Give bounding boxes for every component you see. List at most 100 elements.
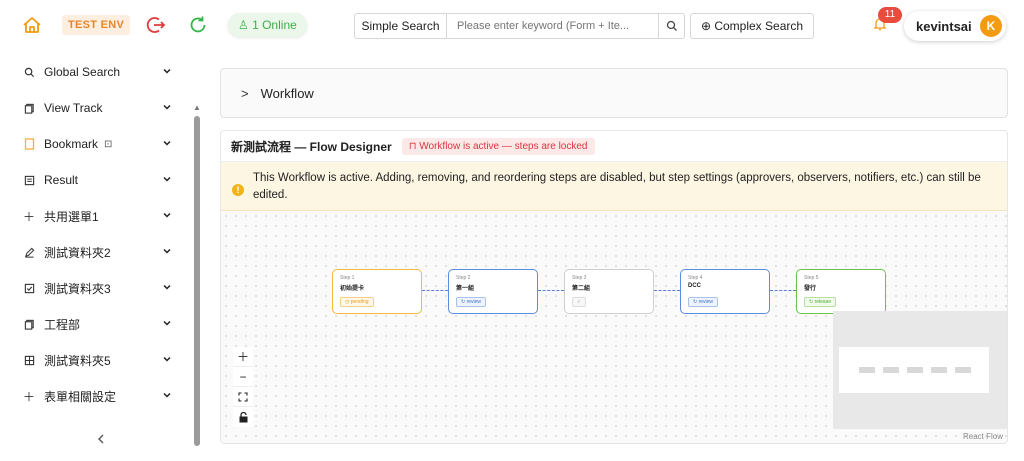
node-status-tag: ↻ review [456, 297, 487, 307]
node-status-tag: ✓ [572, 297, 587, 307]
scroll-up-icon[interactable]: ▲ [193, 104, 201, 112]
locked-badge: ⊓ Workflow is active — steps are locked [401, 137, 595, 155]
flow-node-step-5[interactable]: Step 5 發行 ↻ release [796, 269, 886, 314]
minimap[interactable] [833, 311, 1007, 429]
node-step-label: Step 4 [688, 275, 703, 281]
sidebar-item-label: Global Search [44, 65, 121, 79]
check-icon: ✓ [577, 299, 582, 305]
zoom-in-button[interactable]: ＋ [233, 347, 253, 367]
search-group: Simple Search [354, 13, 685, 39]
env-badge: TEST ENV [62, 15, 131, 35]
sidebar-item-view-track[interactable]: View Track [22, 98, 182, 118]
minimap-node [907, 367, 923, 373]
sidebar-item-result[interactable]: Result [22, 170, 182, 190]
sidebar-item-bookmark[interactable]: Bookmark ⊡ [22, 134, 182, 154]
complex-search-button[interactable]: ⊕ Complex Search [690, 13, 814, 39]
chevron-down-icon [163, 104, 171, 110]
node-status-text: pending [350, 299, 369, 305]
workflow-panel-label: Workflow [260, 85, 314, 101]
sidebar-item-label: 工程部 [44, 317, 81, 332]
node-status-text: review [466, 299, 482, 305]
workflow-collapse-panel[interactable]: > Workflow [220, 68, 1008, 118]
sidebar-item-label: 測試資料夾3 [44, 281, 111, 296]
lock-icon [239, 411, 247, 422]
sidebar-item-label: 測試資料夾5 [44, 353, 111, 368]
flow-node-step-4[interactable]: Step 4 DCC ↻ review [680, 269, 770, 314]
user-menu[interactable]: kevintsai K [904, 11, 1006, 41]
sidebar-item-label: Result [44, 173, 79, 187]
sidebar-item-global-search[interactable]: Global Search [22, 62, 182, 82]
chevron-right-icon: > [241, 85, 249, 101]
username: kevintsai [916, 18, 972, 34]
plus-icon: ＋ [22, 209, 35, 224]
minus-icon: − [239, 369, 247, 384]
chevron-down-icon [163, 356, 171, 362]
zoom-out-button[interactable]: − [233, 367, 253, 387]
flow-node-step-1[interactable]: Step 1 初始提卡 ◷ pending [332, 269, 422, 314]
users-icon: ♙ [238, 18, 253, 32]
chevron-down-icon [163, 320, 171, 326]
list-icon [22, 173, 36, 187]
node-name: 初始提卡 [340, 286, 365, 292]
flow-node-step-2[interactable]: Step 2 第一組 ↻ review [448, 269, 538, 314]
chevron-down-icon [163, 284, 171, 290]
refresh-icon[interactable] [187, 14, 209, 36]
node-step-label: Step 2 [456, 275, 471, 281]
avatar: K [980, 15, 1002, 37]
node-status-tag: ↻ release [804, 297, 836, 307]
node-name: DCC [688, 283, 701, 289]
minimap-node [955, 367, 971, 373]
minimap-node [931, 367, 947, 373]
node-status-text: review [698, 299, 714, 305]
edit-icon [22, 245, 36, 259]
chevron-down-icon [163, 140, 171, 146]
chevron-down-icon [163, 248, 171, 254]
flow-edge [654, 290, 680, 291]
sidebar-item-test-folder-3[interactable]: 測試資料夾3 [22, 278, 182, 298]
sidebar-item-form-settings[interactable]: ＋ 表單相關設定 [22, 386, 182, 406]
flow-node-step-3[interactable]: Step 3 第二組 ✓ [564, 269, 654, 314]
online-status[interactable]: ♙ 1 Online [228, 13, 307, 37]
sidebar-item-engineering[interactable]: 工程部 [22, 314, 182, 334]
search-input[interactable] [447, 14, 658, 38]
designer-header: 新測試流程 — Flow Designer ⊓ Workflow is acti… [221, 131, 1007, 162]
fit-view-icon [238, 391, 248, 402]
active-workflow-alert: ! This Workflow is active. Adding, remov… [221, 162, 1007, 211]
chevron-left-icon[interactable] [94, 432, 108, 446]
zoom-icon: ⊕ [700, 19, 715, 33]
minimap-node [859, 367, 875, 373]
folder-icon: ⊡ [104, 138, 113, 150]
logout-icon[interactable] [145, 14, 167, 36]
chevron-down-icon [163, 176, 171, 182]
sidebar-item-label: 測試資料夾2 [44, 245, 111, 260]
node-name: 第一組 [456, 286, 475, 292]
flow-canvas[interactable]: Step 1 初始提卡 ◷ pending Step 2 第一組 ↻ revie… [221, 211, 1007, 443]
react-flow-attribution[interactable]: React Flow [963, 432, 1003, 441]
plus-icon: ＋ [22, 389, 35, 404]
sidebar-item-label: Bookmark [44, 137, 99, 151]
copy-icon [22, 317, 36, 331]
checkbox-icon [22, 281, 36, 295]
copy-icon [22, 101, 36, 115]
grid-icon [22, 353, 36, 367]
chevron-down-icon [163, 68, 171, 74]
bookmark-icon [22, 137, 36, 151]
home-icon[interactable] [22, 15, 42, 35]
search-button[interactable] [658, 14, 684, 38]
flow-edge [538, 290, 564, 291]
sidebar-item-shared-menu-1[interactable]: ＋ 共用選單1 [22, 206, 182, 226]
node-status-tag: ◷ pending [340, 297, 374, 307]
sidebar-item-label: View Track [44, 101, 103, 115]
node-step-label: Step 1 [340, 275, 355, 281]
sidebar-item-test-folder-5[interactable]: 測試資料夾5 [22, 350, 182, 370]
minimap-node [883, 367, 899, 373]
sidebar-item-label: 共用選單1 [44, 209, 99, 224]
fit-view-button[interactable] [233, 387, 253, 407]
sidebar-scrollbar[interactable] [194, 116, 200, 446]
warning-icon: ! [232, 184, 244, 196]
lock-button[interactable] [233, 407, 253, 427]
sidebar-item-test-folder-2[interactable]: 測試資料夾2 [22, 242, 182, 262]
simple-search-label[interactable]: Simple Search [355, 14, 447, 38]
plus-icon: ＋ [236, 350, 249, 364]
node-name: 發行 [804, 286, 817, 292]
